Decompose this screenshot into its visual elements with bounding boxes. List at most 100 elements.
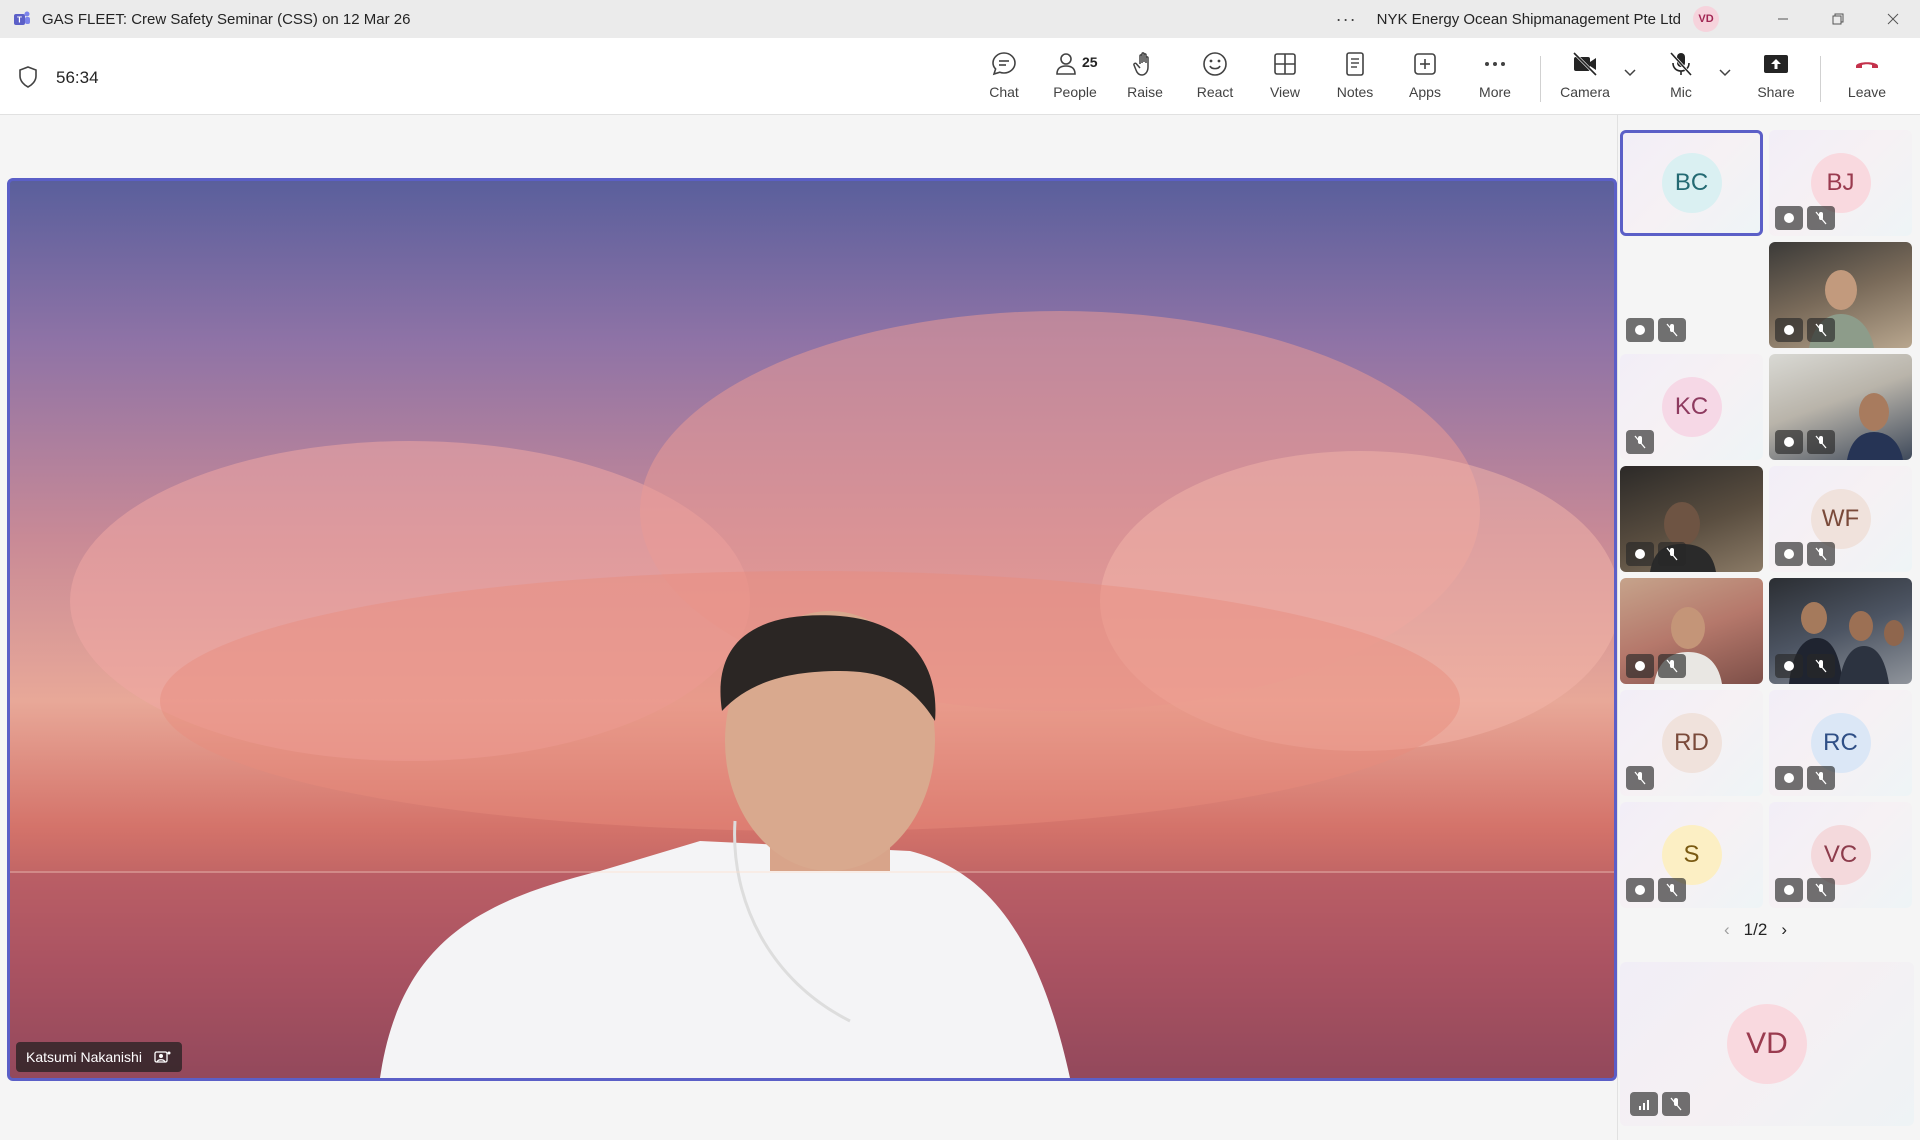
mic-muted-icon [1662, 1092, 1690, 1116]
notes-icon [1346, 52, 1364, 76]
mic-muted-icon [1807, 766, 1835, 790]
camera-label: Camera [1560, 84, 1610, 100]
mic-muted-icon [1626, 430, 1654, 454]
raised-hand-badge-icon [1775, 878, 1803, 902]
minimize-icon [1777, 18, 1788, 20]
people-button[interactable]: 25 People [1042, 50, 1108, 106]
apps-icon [1414, 53, 1436, 75]
more-label: More [1479, 84, 1511, 100]
mic-muted-icon [1807, 878, 1835, 902]
mic-muted-icon [1807, 654, 1835, 678]
minimize-button[interactable] [1755, 0, 1810, 38]
participant-tile-rd[interactable]: RD [1620, 690, 1763, 796]
mic-muted-icon [1807, 430, 1835, 454]
raised-hand-badge-icon [1775, 654, 1803, 678]
mic-muted-icon [1807, 206, 1835, 230]
self-avatar: VD [1727, 1004, 1807, 1084]
chat-button[interactable]: Chat [971, 50, 1037, 106]
share-icon [1764, 55, 1788, 73]
notes-label: Notes [1336, 84, 1374, 100]
raised-hand-badge-icon [1775, 542, 1803, 566]
participant-tile-video[interactable] [1769, 242, 1912, 348]
leave-button[interactable]: Leave [1834, 50, 1900, 106]
raised-hand-badge-icon [1626, 654, 1654, 678]
restore-button[interactable] [1810, 0, 1865, 38]
gallery-pager: ‹ 1/2 › [1724, 920, 1787, 940]
raised-hand-badge-icon [1626, 878, 1654, 902]
presenter-name-tag: Katsumi Nakanishi [16, 1042, 182, 1072]
chat-label: Chat [989, 84, 1019, 100]
horizon-line [10, 871, 1614, 873]
leave-label: Leave [1847, 84, 1887, 100]
meeting-timer: 56:34 [56, 68, 99, 87]
presenter-video [10, 311, 1614, 1078]
participant-tile-s[interactable]: S [1620, 802, 1763, 908]
more-button[interactable]: More [1462, 50, 1528, 106]
self-video-tile[interactable]: VD [1620, 962, 1914, 1126]
participant-tile-blank[interactable] [1620, 242, 1763, 348]
participant-tile-rc[interactable]: RC [1769, 690, 1912, 796]
gallery-divider [1617, 114, 1618, 1140]
more-options-icon[interactable]: ··· [1336, 9, 1357, 30]
mic-options-chevron-icon[interactable] [1718, 68, 1732, 78]
main-video-stage[interactable]: Katsumi Nakanishi [7, 178, 1617, 1081]
mic-muted-icon [1807, 318, 1835, 342]
next-page-icon[interactable]: › [1781, 920, 1787, 940]
people-count: 25 [1082, 54, 1098, 70]
restore-icon [1832, 13, 1843, 25]
camera-options-chevron-icon[interactable] [1623, 68, 1637, 78]
participant-tile-bj[interactable]: BJ [1769, 130, 1912, 236]
mic-off-icon [1669, 51, 1693, 77]
view-button[interactable]: View [1252, 50, 1318, 106]
participant-tile-video[interactable] [1769, 578, 1912, 684]
participant-tile-vc[interactable]: VC [1769, 802, 1912, 908]
participant-tile-video[interactable] [1620, 466, 1763, 572]
raise-label: Raise [1127, 84, 1163, 100]
account-avatar[interactable]: VD [1693, 6, 1719, 32]
teams-logo-icon: T [14, 11, 30, 25]
share-label: Share [1757, 84, 1795, 100]
mic-button[interactable]: Mic [1648, 50, 1714, 106]
mic-muted-icon [1658, 542, 1686, 566]
raise-hand-button[interactable]: Raise [1112, 50, 1178, 106]
meeting-toolbar: 56:34 Chat 25 People Raise React View No… [0, 38, 1920, 115]
previous-page-icon[interactable]: ‹ [1724, 920, 1730, 940]
window-title: GAS FLEET: Crew Safety Seminar (CSS) on … [42, 10, 411, 28]
title-bar: T GAS FLEET: Crew Safety Seminar (CSS) o… [0, 0, 1920, 38]
mic-muted-icon [1807, 542, 1835, 566]
react-button[interactable]: React [1182, 50, 1248, 106]
avatar: BJ [1810, 153, 1871, 213]
participant-tile-kc[interactable]: KC [1620, 354, 1763, 460]
network-signal-icon [1630, 1092, 1658, 1116]
raised-hand-badge-icon [1775, 430, 1803, 454]
avatar: RC [1810, 713, 1871, 773]
mic-muted-icon [1658, 654, 1686, 678]
organization-name: NYK Energy Ocean Shipmanagement Pte Ltd [1376, 10, 1681, 28]
participant-tile-video[interactable] [1769, 354, 1912, 460]
camera-button[interactable]: Camera [1552, 50, 1618, 106]
people-label: People [1053, 84, 1097, 100]
avatar: BC [1661, 153, 1722, 213]
notes-button[interactable]: Notes [1322, 50, 1388, 106]
chat-icon [992, 52, 1016, 76]
svg-text:T: T [17, 16, 22, 25]
participant-tile-video[interactable] [1620, 578, 1763, 684]
raise-hand-icon [1133, 52, 1149, 76]
participant-tile-wf[interactable]: WF [1769, 466, 1912, 572]
page-indicator: 1/2 [1743, 920, 1768, 939]
leave-icon [1856, 62, 1878, 68]
share-button[interactable]: Share [1743, 50, 1809, 106]
video-effects-icon [154, 1051, 171, 1063]
apps-label: Apps [1409, 84, 1441, 100]
view-label: View [1269, 84, 1301, 100]
close-icon [1887, 13, 1898, 25]
avatar: WF [1810, 489, 1871, 549]
avatar: S [1661, 825, 1722, 885]
mic-muted-icon [1658, 878, 1686, 902]
presenter-name: Katsumi Nakanishi [26, 1049, 142, 1065]
participant-tile-bc[interactable]: BC [1620, 130, 1763, 236]
react-icon [1203, 52, 1227, 76]
close-button[interactable] [1865, 0, 1920, 38]
raised-hand-badge-icon [1626, 542, 1654, 566]
apps-button[interactable]: Apps [1392, 50, 1458, 106]
